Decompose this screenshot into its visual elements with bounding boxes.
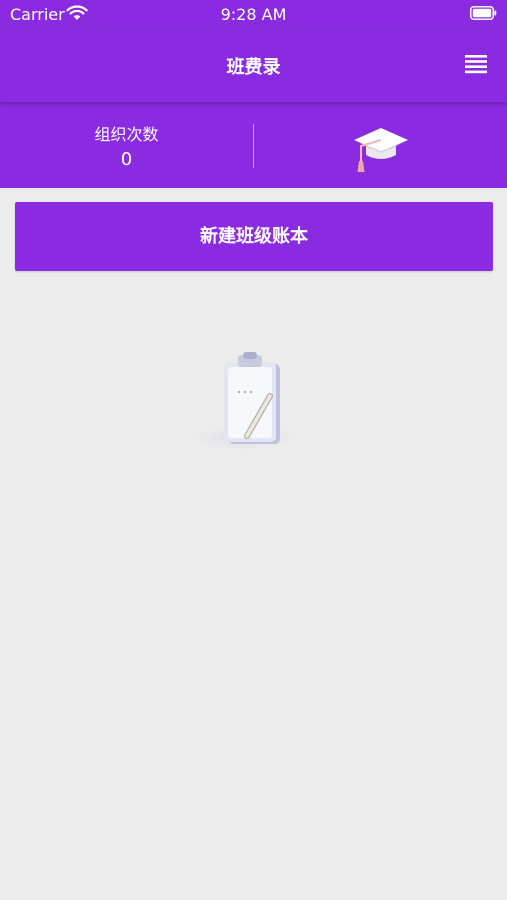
nav-bar: 班费录 — [0, 30, 507, 102]
organize-count-stat: 组织次数 0 — [0, 102, 253, 188]
stats-panel: 组织次数 0 — [0, 102, 507, 188]
organize-count-value: 0 — [120, 149, 133, 170]
graduation-cap-icon — [354, 128, 408, 172]
status-bar: Carrier 9:28 AM — [0, 0, 507, 30]
stats-divider — [253, 124, 254, 168]
organize-count-label: 组织次数 — [94, 125, 159, 144]
clipboard-pencil-icon — [184, 352, 304, 452]
status-time: 9:28 AM — [220, 5, 287, 24]
page-title: 班费录 — [226, 57, 281, 78]
battery-icon — [470, 6, 497, 20]
hamburger-menu-icon[interactable] — [465, 54, 487, 74]
create-class-ledger-button[interactable]: 新建班级账本 — [15, 202, 493, 271]
